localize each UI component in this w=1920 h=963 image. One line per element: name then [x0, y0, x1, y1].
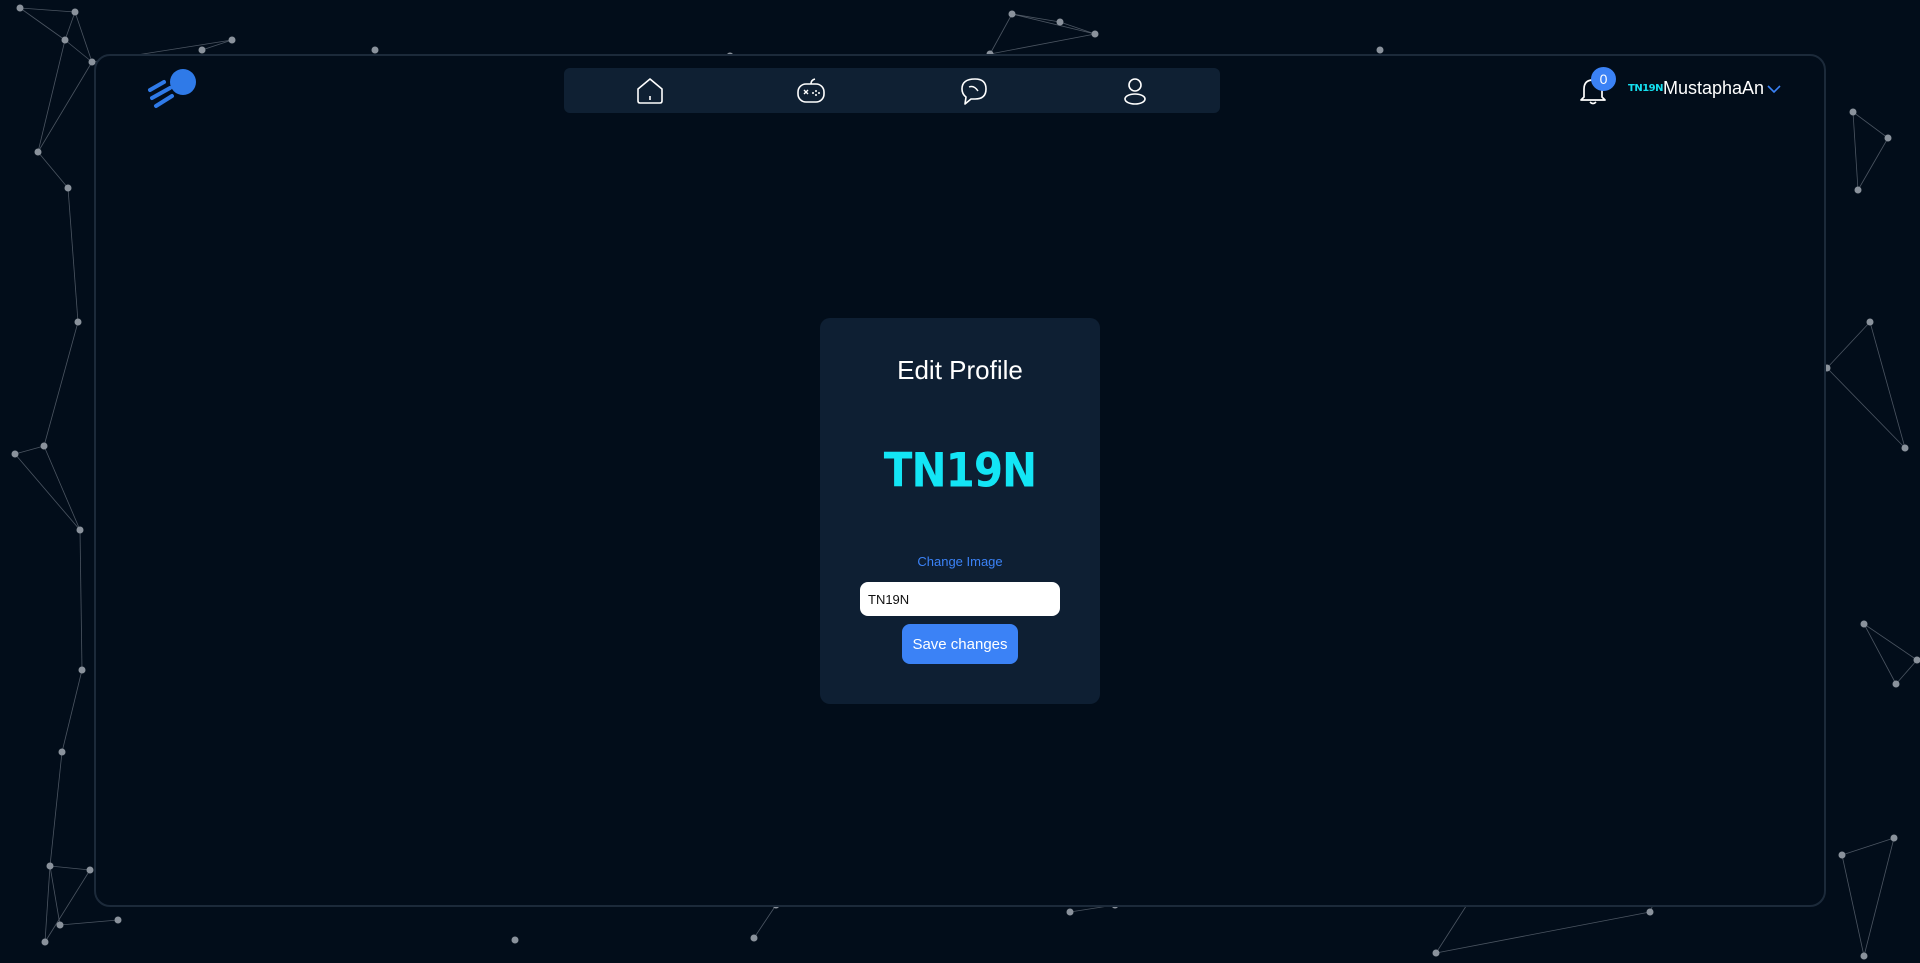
network-edge — [1869, 321, 1906, 449]
network-node — [1890, 834, 1898, 842]
network-node — [1091, 30, 1099, 38]
network-node — [56, 921, 64, 929]
network-edge — [1895, 659, 1918, 685]
nav-chat[interactable] — [958, 75, 990, 107]
username-label[interactable]: MustaphaAn — [1663, 78, 1764, 99]
network-node — [1432, 949, 1440, 957]
network-node — [76, 526, 84, 534]
network-node — [71, 8, 79, 16]
network-node — [58, 748, 66, 756]
network-edge — [14, 445, 45, 455]
network-node — [1866, 318, 1874, 326]
nav-game[interactable] — [795, 75, 827, 107]
network-node — [1854, 186, 1862, 194]
network-node — [511, 936, 519, 944]
network-edge — [1863, 623, 1897, 685]
network-node — [750, 934, 758, 942]
network-edge — [44, 869, 91, 943]
network-node — [1892, 680, 1900, 688]
network-edge — [37, 61, 93, 153]
network-node — [1884, 134, 1892, 142]
network-edge — [19, 7, 76, 13]
network-edge — [37, 39, 66, 153]
network-node — [1646, 908, 1654, 916]
network-edge — [49, 865, 91, 871]
page-title: Edit Profile — [897, 355, 1023, 385]
network-edge — [1435, 911, 1651, 954]
network-edge — [1857, 137, 1889, 191]
network-edge — [74, 11, 93, 63]
network-edge — [989, 33, 1096, 55]
network-edge — [59, 919, 119, 926]
network-edge — [1852, 111, 1889, 139]
network-node — [40, 442, 48, 450]
network-node — [114, 916, 122, 924]
nav-profile[interactable] — [1119, 75, 1151, 107]
edit-profile-card: Edit Profile TN19N Change Image Save cha… — [820, 318, 1100, 704]
gamepad-icon — [797, 78, 825, 103]
chevron-down-icon[interactable] — [1767, 84, 1781, 94]
user-icon — [1124, 78, 1146, 105]
network-node — [11, 450, 19, 458]
network-node — [86, 866, 94, 874]
logo-icon — [148, 69, 196, 108]
network-node — [46, 862, 54, 870]
network-edge — [61, 669, 83, 753]
network-node — [74, 318, 82, 326]
chat-icon — [961, 78, 987, 105]
network-edge — [37, 151, 69, 189]
main-nav — [564, 68, 1220, 113]
save-changes-button[interactable]: Save changes — [902, 624, 1018, 664]
network-node — [1849, 108, 1857, 116]
network-edge — [1011, 13, 1061, 23]
network-node — [78, 666, 86, 674]
nav-home[interactable] — [634, 75, 666, 107]
network-node — [1901, 444, 1909, 452]
network-node — [61, 36, 69, 44]
home-icon — [637, 78, 663, 104]
network-node — [1838, 851, 1846, 859]
network-node — [228, 36, 236, 44]
display-name-input[interactable] — [860, 582, 1060, 616]
network-edge — [1435, 899, 1471, 954]
network-node — [198, 46, 206, 54]
network-node — [41, 938, 49, 946]
network-edge — [19, 7, 66, 41]
network-node — [1376, 46, 1384, 54]
network-edge — [1826, 321, 1871, 369]
network-edge — [79, 529, 83, 671]
network-node — [1056, 18, 1064, 26]
network-node — [16, 4, 24, 12]
network-edge — [1826, 367, 1906, 449]
network-edge — [1852, 111, 1859, 191]
network-edge — [43, 445, 81, 531]
network-edge — [201, 39, 233, 51]
network-edge — [43, 321, 79, 447]
network-edge — [64, 11, 76, 41]
network-node — [64, 184, 72, 192]
network-node — [371, 46, 379, 54]
network-node — [34, 148, 42, 156]
network-edge — [49, 865, 61, 926]
network-edge — [67, 187, 79, 323]
network-edge — [1863, 623, 1918, 661]
network-edge — [44, 865, 51, 943]
network-node — [1066, 908, 1074, 916]
network-edge — [1011, 13, 1096, 35]
network-edge — [753, 904, 777, 939]
network-node — [1008, 10, 1016, 18]
profile-avatar: TN19N — [883, 443, 1037, 498]
network-node — [1860, 952, 1868, 960]
network-edge — [1863, 837, 1895, 957]
network-edge — [1841, 854, 1865, 957]
change-image-link[interactable]: Change Image — [820, 554, 1100, 569]
network-edge — [989, 13, 1013, 55]
network-node — [1860, 620, 1868, 628]
network-edge — [1059, 21, 1096, 35]
user-avatar-logo: TN19N — [1628, 83, 1663, 94]
network-edge — [1841, 837, 1895, 856]
notification-badge: 0 — [1591, 67, 1616, 91]
network-edge — [49, 751, 63, 867]
network-edge — [14, 453, 81, 531]
